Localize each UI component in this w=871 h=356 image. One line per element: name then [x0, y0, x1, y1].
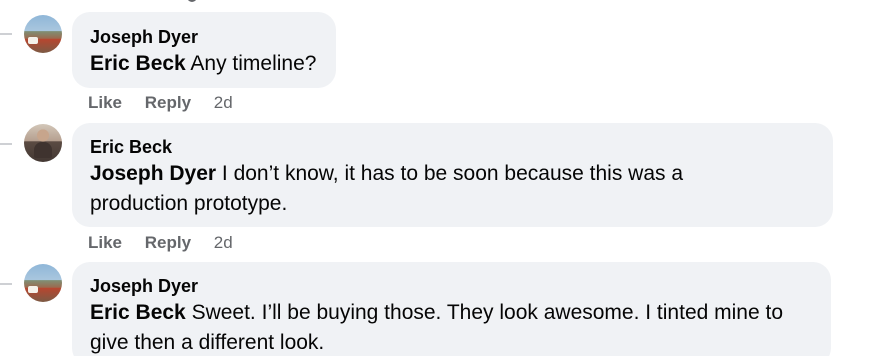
comment-author[interactable]: Joseph Dyer: [90, 274, 813, 298]
comment-author[interactable]: Eric Beck: [90, 135, 815, 159]
comment-bubble: Eric Beck Joseph Dyer I don’t know, it h…: [72, 123, 833, 227]
mention-link[interactable]: Joseph Dyer: [90, 162, 216, 185]
comment-author[interactable]: Joseph Dyer: [90, 25, 318, 49]
comment-bubble: Joseph Dyer Eric Beck Sweet. I’ll be buy…: [72, 262, 831, 356]
like-button[interactable]: Like: [88, 93, 122, 112]
comment-body: Eric Beck Sweet. I’ll be buying those. T…: [90, 298, 825, 356]
comment-text: Sweet. I’ll be buying those. They look a…: [90, 301, 784, 354]
previous-comment-fragment-icon: [187, 0, 197, 2]
eric-beck-avatar[interactable]: [24, 124, 62, 162]
comment-timestamp[interactable]: 2d: [214, 93, 233, 112]
comment-body: Eric Beck Any timeline?: [90, 49, 318, 79]
reply-button[interactable]: Reply: [145, 93, 191, 112]
thread-connector: [0, 33, 12, 35]
comment-text: Any timeline?: [185, 52, 317, 75]
comment-timestamp[interactable]: 2d: [214, 233, 233, 252]
comment-thread: Joseph Dyer Eric Beck Any timeline? Like…: [0, 0, 871, 356]
comment-actions: Like Reply 2d: [88, 233, 233, 253]
thread-connector: [0, 283, 12, 285]
mention-link[interactable]: Eric Beck: [90, 301, 186, 324]
joseph-dyer-avatar[interactable]: [24, 264, 62, 302]
comment-actions: Like Reply 2d: [88, 93, 233, 113]
joseph-dyer-avatar[interactable]: [24, 15, 62, 53]
comment-body: Joseph Dyer I don’t know, it has to be s…: [90, 159, 740, 219]
thread-connector: [0, 143, 12, 145]
like-button[interactable]: Like: [88, 233, 122, 252]
mention-link[interactable]: Eric Beck: [90, 52, 186, 75]
reply-button[interactable]: Reply: [145, 233, 191, 252]
comment-bubble: Joseph Dyer Eric Beck Any timeline?: [72, 12, 336, 88]
